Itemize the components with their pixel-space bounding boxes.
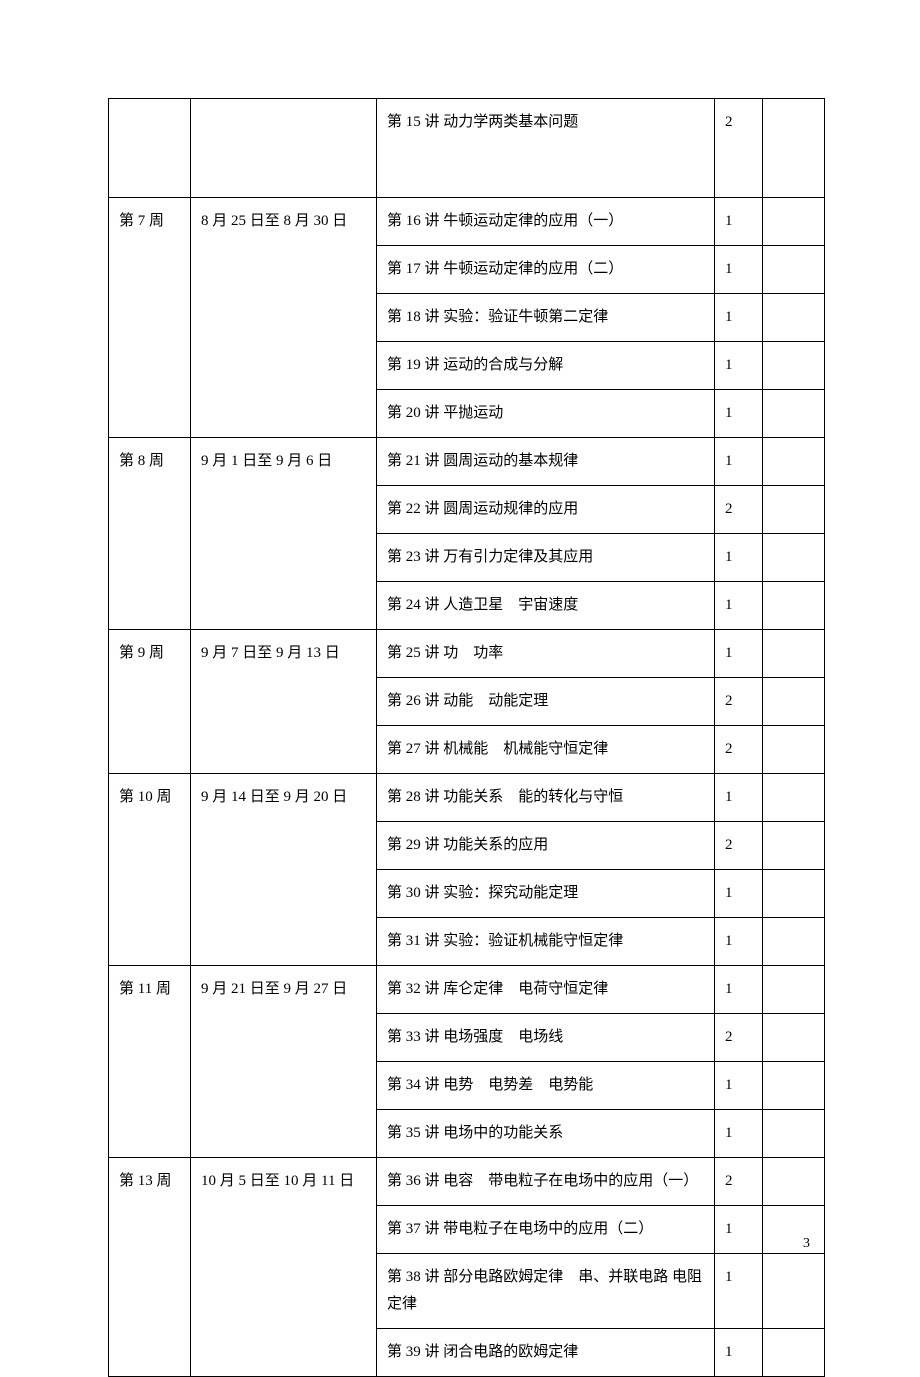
hours-cell: 1 [715, 774, 763, 822]
table-row: 第 8 周9 月 1 日至 9 月 6 日第 21 讲 圆周运动的基本规律1 [109, 438, 825, 486]
note-cell [763, 1254, 825, 1329]
dates-cell: 10 月 5 日至 10 月 11 日 [191, 1158, 377, 1377]
topic-cell: 第 26 讲 动能 动能定理 [377, 678, 715, 726]
note-cell [763, 246, 825, 294]
table-row: 第 7 周8 月 25 日至 8 月 30 日第 16 讲 牛顿运动定律的应用（… [109, 198, 825, 246]
week-cell [109, 99, 191, 198]
topic-cell: 第 15 讲 动力学两类基本问题 [377, 99, 715, 198]
table-row: 第 10 周9 月 14 日至 9 月 20 日第 28 讲 功能关系 能的转化… [109, 774, 825, 822]
hours-cell: 2 [715, 1158, 763, 1206]
hours-cell: 1 [715, 342, 763, 390]
note-cell [763, 1014, 825, 1062]
topic-cell: 第 16 讲 牛顿运动定律的应用（一） [377, 198, 715, 246]
hours-cell: 1 [715, 966, 763, 1014]
hours-cell: 1 [715, 918, 763, 966]
hours-cell: 1 [715, 582, 763, 630]
dates-cell: 9 月 21 日至 9 月 27 日 [191, 966, 377, 1158]
week-cell: 第 8 周 [109, 438, 191, 630]
table-row: 第 13 周10 月 5 日至 10 月 11 日第 36 讲 电容 带电粒子在… [109, 1158, 825, 1206]
topic-cell: 第 39 讲 闭合电路的欧姆定律 [377, 1329, 715, 1377]
note-cell [763, 822, 825, 870]
topic-cell: 第 23 讲 万有引力定律及其应用 [377, 534, 715, 582]
topic-cell: 第 36 讲 电容 带电粒子在电场中的应用（一） [377, 1158, 715, 1206]
topic-cell: 第 22 讲 圆周运动规律的应用 [377, 486, 715, 534]
note-cell [763, 99, 825, 198]
hours-cell: 1 [715, 1062, 763, 1110]
schedule-table-wrap: 第 15 讲 动力学两类基本问题2第 7 周8 月 25 日至 8 月 30 日… [108, 98, 824, 1377]
hours-cell: 1 [715, 1329, 763, 1377]
topic-cell: 第 18 讲 实验：验证牛顿第二定律 [377, 294, 715, 342]
note-cell [763, 1110, 825, 1158]
hours-cell: 1 [715, 390, 763, 438]
schedule-table: 第 15 讲 动力学两类基本问题2第 7 周8 月 25 日至 8 月 30 日… [108, 98, 825, 1377]
note-cell [763, 582, 825, 630]
page-number: 3 [803, 1236, 810, 1252]
hours-cell: 2 [715, 822, 763, 870]
topic-cell: 第 24 讲 人造卫星 宇宙速度 [377, 582, 715, 630]
table-row: 第 9 周9 月 7 日至 9 月 13 日第 25 讲 功 功率1 [109, 630, 825, 678]
note-cell [763, 870, 825, 918]
topic-cell: 第 19 讲 运动的合成与分解 [377, 342, 715, 390]
topic-cell: 第 28 讲 功能关系 能的转化与守恒 [377, 774, 715, 822]
dates-cell: 9 月 14 日至 9 月 20 日 [191, 774, 377, 966]
note-cell [763, 534, 825, 582]
hours-cell: 1 [715, 870, 763, 918]
topic-cell: 第 38 讲 部分电路欧姆定律 串、并联电路 电阻定律 [377, 1254, 715, 1329]
topic-cell: 第 34 讲 电势 电势差 电势能 [377, 1062, 715, 1110]
week-cell: 第 13 周 [109, 1158, 191, 1377]
topic-cell: 第 27 讲 机械能 机械能守恒定律 [377, 726, 715, 774]
dates-cell: 9 月 1 日至 9 月 6 日 [191, 438, 377, 630]
note-cell [763, 390, 825, 438]
topic-cell: 第 30 讲 实验：探究动能定理 [377, 870, 715, 918]
hours-cell: 1 [715, 246, 763, 294]
topic-cell: 第 25 讲 功 功率 [377, 630, 715, 678]
topic-cell: 第 32 讲 库仑定律 电荷守恒定律 [377, 966, 715, 1014]
note-cell [763, 1158, 825, 1206]
dates-cell: 8 月 25 日至 8 月 30 日 [191, 198, 377, 438]
hours-cell: 2 [715, 678, 763, 726]
table-row: 第 11 周9 月 21 日至 9 月 27 日第 32 讲 库仑定律 电荷守恒… [109, 966, 825, 1014]
note-cell [763, 966, 825, 1014]
hours-cell: 1 [715, 1254, 763, 1329]
topic-cell: 第 31 讲 实验：验证机械能守恒定律 [377, 918, 715, 966]
note-cell [763, 1206, 825, 1254]
note-cell [763, 726, 825, 774]
topic-cell: 第 37 讲 带电粒子在电场中的应用（二） [377, 1206, 715, 1254]
topic-cell: 第 17 讲 牛顿运动定律的应用（二） [377, 246, 715, 294]
topic-cell: 第 33 讲 电场强度 电场线 [377, 1014, 715, 1062]
hours-cell: 1 [715, 630, 763, 678]
topic-cell: 第 20 讲 平抛运动 [377, 390, 715, 438]
note-cell [763, 438, 825, 486]
hours-cell: 2 [715, 99, 763, 198]
week-cell: 第 9 周 [109, 630, 191, 774]
note-cell [763, 678, 825, 726]
note-cell [763, 294, 825, 342]
note-cell [763, 630, 825, 678]
hours-cell: 2 [715, 1014, 763, 1062]
note-cell [763, 198, 825, 246]
dates-cell [191, 99, 377, 198]
hours-cell: 1 [715, 1206, 763, 1254]
week-cell: 第 11 周 [109, 966, 191, 1158]
hours-cell: 2 [715, 486, 763, 534]
hours-cell: 1 [715, 1110, 763, 1158]
hours-cell: 2 [715, 726, 763, 774]
note-cell [763, 1329, 825, 1377]
note-cell [763, 342, 825, 390]
dates-cell: 9 月 7 日至 9 月 13 日 [191, 630, 377, 774]
hours-cell: 1 [715, 534, 763, 582]
note-cell [763, 486, 825, 534]
topic-cell: 第 35 讲 电场中的功能关系 [377, 1110, 715, 1158]
topic-cell: 第 29 讲 功能关系的应用 [377, 822, 715, 870]
hours-cell: 1 [715, 438, 763, 486]
note-cell [763, 774, 825, 822]
note-cell [763, 918, 825, 966]
week-cell: 第 10 周 [109, 774, 191, 966]
week-cell: 第 7 周 [109, 198, 191, 438]
note-cell [763, 1062, 825, 1110]
hours-cell: 1 [715, 198, 763, 246]
table-row: 第 15 讲 动力学两类基本问题2 [109, 99, 825, 198]
hours-cell: 1 [715, 294, 763, 342]
topic-cell: 第 21 讲 圆周运动的基本规律 [377, 438, 715, 486]
